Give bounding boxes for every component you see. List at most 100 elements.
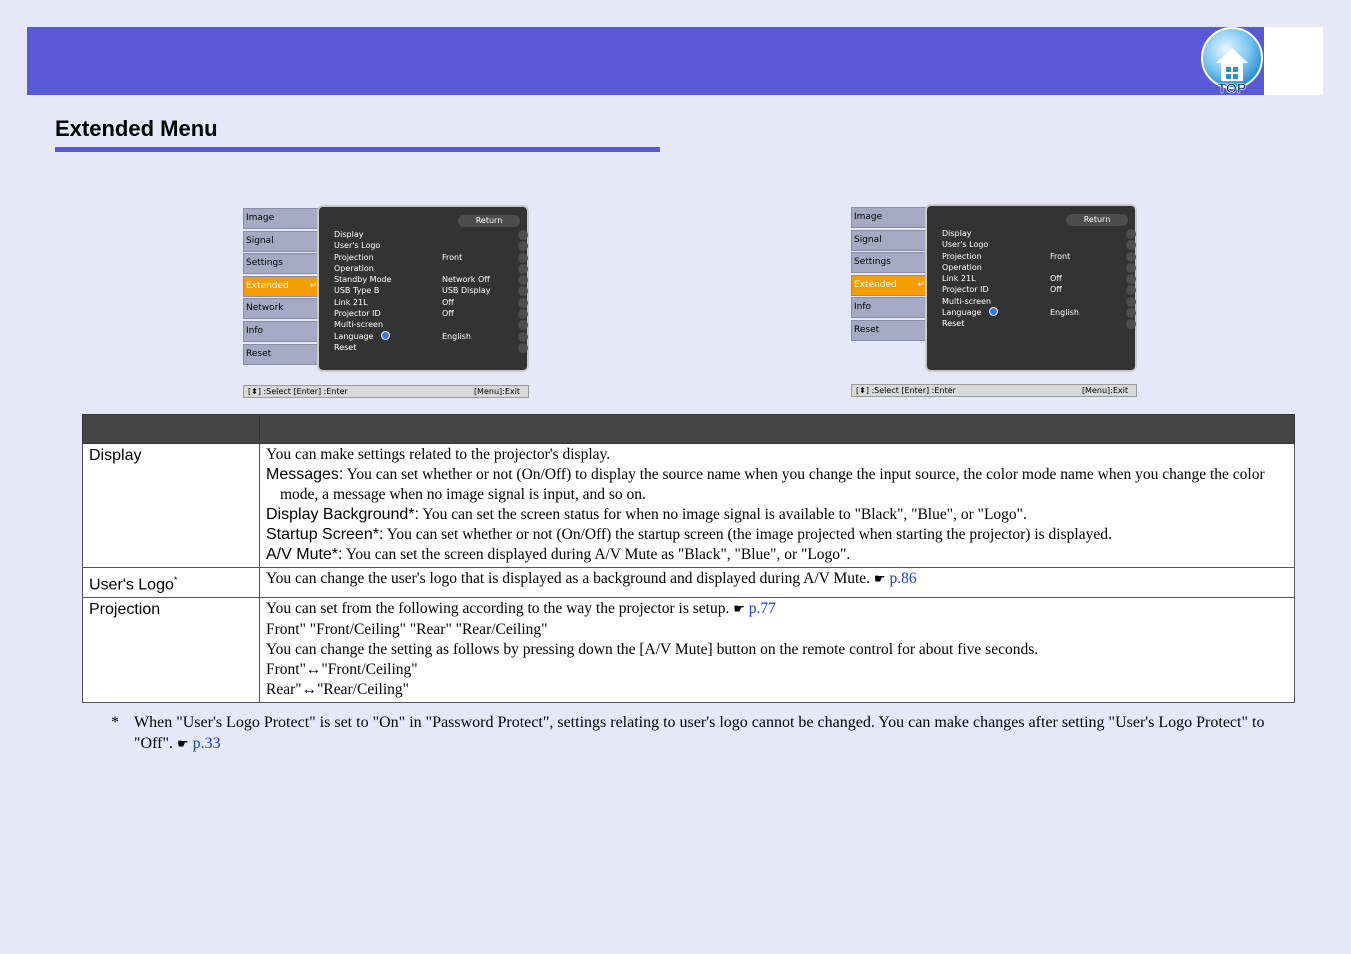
page-link[interactable]: p.33: [193, 735, 221, 752]
pointing-hand-icon: ☛: [176, 737, 189, 752]
osd-tab-info: Info: [851, 297, 926, 319]
option-label: Messages:: [266, 466, 344, 483]
osd-row-value: Front: [442, 252, 463, 262]
table-header-cell: [82, 414, 260, 444]
osd-row-label: Multi-screen: [334, 320, 384, 330]
osd-tab-settings: Settings: [851, 252, 926, 274]
description-text: You can change the user's logo that is d…: [266, 570, 874, 587]
osd-row: Link 21L Off: [942, 273, 1136, 285]
osd-tab-image: Image: [851, 207, 926, 228]
row-name: Display: [82, 443, 260, 568]
osd-row: User's Logo: [334, 240, 528, 252]
description-line: You can set from the following according…: [266, 599, 1288, 620]
osd-row-value: English: [442, 331, 471, 341]
option-label: A/V Mute*:: [266, 546, 343, 563]
top-button[interactable]: TOP: [1200, 27, 1264, 96]
osd-row-value: Off: [1050, 285, 1062, 295]
osd-row-value: English: [1050, 308, 1079, 318]
osd-row-label: Projector ID: [334, 309, 381, 319]
osd-row-label: Operation: [334, 263, 374, 273]
footnote-mark: *: [111, 714, 119, 731]
option-text: You can set whether or not (On/Off) to d…: [280, 466, 1265, 503]
row-description: You can make settings related to the pro…: [259, 443, 1295, 568]
page-link[interactable]: p.86: [889, 570, 916, 587]
description-text: You can set from the following according…: [266, 600, 734, 618]
osd-tab-extended: Extended: [851, 274, 929, 296]
header-band: [27, 27, 1264, 95]
top-button-label: TOP: [1218, 80, 1247, 95]
osd-row: Display: [942, 228, 1136, 240]
table-row-display: Display You can make settings related to…: [82, 443, 1295, 568]
osd-row-value: Off: [442, 309, 454, 319]
osd-tab-image: Image: [243, 208, 318, 229]
osd-status-right: [Menu]:Exit: [1081, 386, 1128, 395]
osd-row-label: Reset: [942, 319, 965, 329]
description-line: Messages: You can set whether or not (On…: [266, 465, 1288, 505]
osd-tab-extended: Extended: [243, 275, 321, 297]
table-row-users-logo: User's Logo* You can change the user's l…: [82, 566, 1295, 599]
osd-menu-screenshot-2: ImageSignalSettingsExtendedInfoReset Ret…: [851, 204, 1137, 397]
home-icon: TOP: [1201, 27, 1263, 96]
globe-icon: [989, 307, 999, 317]
footnote-marker: *: [173, 575, 178, 585]
osd-row: Link 21L Off: [334, 297, 528, 309]
row-description: You can set from the following according…: [259, 597, 1295, 704]
osd-row: Projector ID Off: [334, 308, 528, 320]
description-line: Front"↔"Front/Ceiling": [266, 660, 1288, 680]
osd-row-label: Projection: [942, 251, 982, 261]
osd-row: Projection Front: [942, 251, 1136, 262]
osd-tab-reset: Reset: [243, 343, 318, 365]
osd-row-label: User's Logo: [334, 241, 381, 251]
description-line: Display Background*: You can set the scr…: [266, 505, 1288, 525]
osd-row: Reset: [942, 318, 1136, 330]
osd-row-label: User's Logo: [942, 240, 989, 250]
row-name: Projection: [82, 597, 260, 704]
osd-row: USB Type B USB Display: [334, 285, 528, 297]
osd-row-value: USB Display: [442, 286, 491, 296]
footnote-body: When "User's Logo Protect" is set to "On…: [134, 714, 1265, 752]
osd-row-value: Off: [1050, 274, 1062, 284]
description-line: Startup Screen*: You can set whether or …: [266, 525, 1288, 545]
osd-row: Language English: [942, 307, 1136, 319]
osd-tab-network: Network: [243, 298, 318, 320]
osd-row: Projector ID Off: [942, 284, 1136, 296]
osd-tab-info: Info: [243, 321, 318, 342]
osd-row-label: Display: [942, 229, 972, 238]
osd-status-bar: [⬍] :Select [Enter] :Enter [Menu]:Exit: [243, 385, 529, 398]
osd-row: Reset: [334, 342, 528, 354]
osd-status-left: [⬍] :Select [Enter] :Enter: [248, 387, 348, 396]
osd-status-left: [⬍] :Select [Enter] :Enter: [856, 386, 956, 395]
osd-row: Projection Front: [334, 252, 528, 263]
settings-table: Display You can make settings related to…: [82, 414, 1295, 704]
osd-row: Operation: [334, 263, 528, 275]
pointing-hand-icon: ☛: [733, 602, 745, 618]
osd-row: Operation: [942, 262, 1136, 274]
osd-tab-reset: Reset: [851, 320, 926, 341]
osd-row-label: Language: [942, 308, 982, 318]
osd-row-label: Link 21L: [942, 274, 976, 284]
osd-row: Standby Mode Network Off: [334, 274, 528, 286]
option-text: You can set whether or not (On/Off) the …: [383, 526, 1112, 543]
osd-tab-signal: Signal: [851, 229, 926, 251]
double-arrow-icon: ↔: [305, 661, 322, 679]
page-link[interactable]: p.77: [749, 600, 776, 617]
osd-row-label: Standby Mode: [334, 275, 392, 285]
osd-row-label: Link 21L: [334, 297, 368, 307]
osd-row-label: Language: [334, 331, 374, 341]
osd-row: Multi-screen: [334, 319, 528, 331]
footnote: * When "User's Logo Protect" is set to "…: [111, 712, 1271, 755]
option-label: Startup Screen*:: [266, 526, 384, 543]
osd-rows: Display User's Logo Projection Front Operati…: [942, 228, 1136, 330]
osd-row-label: Projector ID: [942, 285, 989, 295]
title-underline: [55, 147, 660, 152]
description-text: Rear": [266, 681, 302, 699]
osd-row: Display: [334, 229, 528, 241]
osd-row-value: Front: [1050, 251, 1071, 261]
osd-tab-signal: Signal: [243, 230, 318, 252]
osd-row-value: Network Off: [442, 275, 490, 285]
option-text: You can set the screen status for when n…: [418, 506, 1027, 523]
osd-status-bar: [⬍] :Select [Enter] :Enter [Menu]:Exit: [851, 384, 1137, 397]
osd-row-label: Reset: [334, 342, 357, 352]
osd-row-label: Projection: [334, 252, 374, 262]
osd-rows: Display User's Logo Projection Front Operati…: [334, 229, 528, 354]
